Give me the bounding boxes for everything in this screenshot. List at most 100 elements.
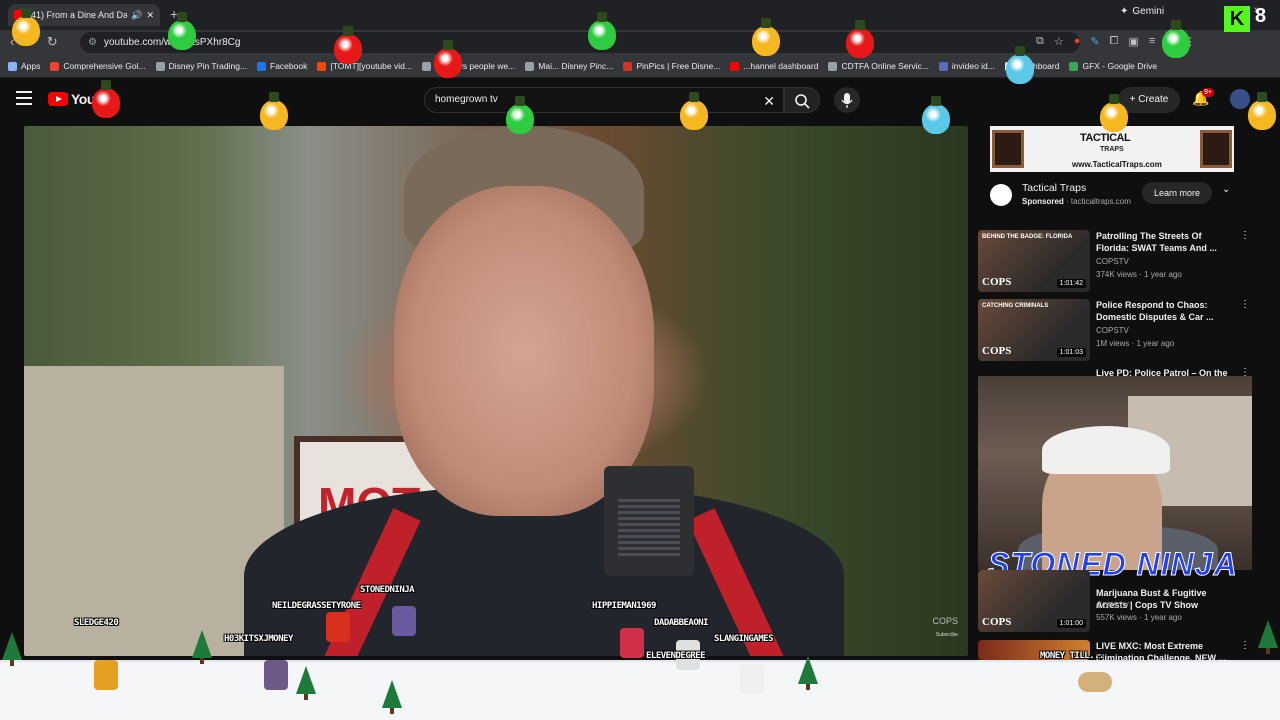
ad-product-image xyxy=(992,130,1024,168)
video-thumbnail[interactable]: CATCHING CRIMINALS COPS 1:01:03 xyxy=(978,299,1090,361)
bookmark-favicon-icon xyxy=(50,61,60,71)
bookmark-item[interactable]: Facebook xyxy=(257,61,307,71)
voice-search-button[interactable] xyxy=(834,87,860,113)
bookmark-item[interactable]: ...hannel dashboard xyxy=(730,61,818,71)
recommendation-item[interactable]: COPS 1:01:00 Marijuana Bust & Fugitive A… xyxy=(978,570,1268,634)
sponsored-ad[interactable]: TACTICAL TRAPS www.TacticalTraps.com Tac… xyxy=(978,126,1246,216)
channel-name[interactable]: COPSTV xyxy=(1096,601,1129,610)
video-duration: 1:01:03 xyxy=(1056,348,1086,357)
bookmark-favicon-icon xyxy=(8,61,17,71)
create-button[interactable]: + Create xyxy=(1118,87,1180,113)
tab-close-icon[interactable]: ✕ xyxy=(146,10,154,21)
more-options-icon[interactable]: ⋮ xyxy=(1240,299,1250,310)
install-app-icon[interactable]: ⧉ xyxy=(1036,35,1044,48)
ad-banner[interactable]: TACTICAL TRAPS www.TacticalTraps.com xyxy=(990,126,1234,172)
pine-tree xyxy=(382,680,402,714)
new-tab-button[interactable]: + xyxy=(170,6,178,22)
video-title[interactable]: Patrolling The Streets Of Florida: SWAT … xyxy=(1096,230,1236,254)
bookmark-favicon-icon xyxy=(1069,61,1079,71)
tab-audio-icon[interactable]: 🔊 xyxy=(131,10,142,21)
ad-sponsored-line: Sponsored · tacticaltraps.com xyxy=(1022,197,1131,206)
bookmark-label: Mai... Disney Pinc... xyxy=(538,61,614,71)
video-thumbnail[interactable]: COPS 1:01:00 xyxy=(978,570,1090,632)
chat-avatar-sprite xyxy=(94,660,118,690)
reload-icon[interactable]: ↻ xyxy=(47,34,58,50)
chat-avatar-sprite xyxy=(326,612,350,642)
back-icon[interactable]: ‹ xyxy=(10,34,14,50)
chat-username: SLEDGE420 xyxy=(74,618,119,628)
bookmark-item[interactable]: Disney Pin Trading... xyxy=(155,61,247,71)
bookmark-item[interactable]: Apps xyxy=(8,61,40,71)
browser-tab[interactable]: (41) From a Dine And Dash 🔊 ✕ xyxy=(8,4,160,26)
extension-gfx-icon[interactable]: ▣ xyxy=(1128,35,1138,48)
bookmark-item[interactable]: Mai... Disney Pinc... xyxy=(525,61,613,71)
video-duration: 1:01:42 xyxy=(1056,279,1086,288)
bookmark-favicon-icon xyxy=(938,61,948,71)
video-watermark: COPS xyxy=(932,616,958,626)
bookmark-label: If todays people we... xyxy=(434,61,516,71)
search-button[interactable] xyxy=(784,87,820,113)
bookmark-item[interactable]: Dashboard xyxy=(1004,61,1060,71)
recommendation-item[interactable]: BEHIND THE BADGE: FLORIDA COPS 1:01:42 P… xyxy=(978,230,1268,294)
bookmark-label: Facebook xyxy=(270,61,308,71)
account-avatar[interactable] xyxy=(1230,89,1250,109)
video-meta: 1M views · 1 year ago xyxy=(1096,339,1175,348)
more-options-icon[interactable]: ⋮ xyxy=(1240,230,1250,241)
bookmark-favicon-icon xyxy=(421,61,431,71)
recommendation-item[interactable]: CATCHING CRIMINALS COPS 1:01:03 Police R… xyxy=(978,299,1268,363)
video-player[interactable]: MOT COPS Subscribe xyxy=(24,126,968,656)
bookmark-label: Dashboard xyxy=(1017,61,1060,71)
bookmark-item[interactable]: Comprehensive Gol... xyxy=(50,61,146,71)
video-title[interactable]: Police Respond to Chaos: Domestic Disput… xyxy=(1096,299,1236,323)
kick-viewer-count: 8 xyxy=(1255,5,1267,27)
video-subscribe-watermark[interactable]: Subscribe xyxy=(936,632,958,638)
channel-name[interactable]: COPSTV xyxy=(1096,326,1129,335)
plus-icon: + xyxy=(1129,94,1139,105)
video-meta: 557K views · 1 year ago xyxy=(1096,613,1182,622)
chat-avatar-sprite xyxy=(1078,672,1112,692)
profile-icon[interactable]: ◉ xyxy=(1165,35,1175,48)
video-thumbnail[interactable]: BEHIND THE BADGE: FLORIDA COPS 1:01:42 xyxy=(978,230,1090,292)
ad-advertiser-name[interactable]: Tactical Traps xyxy=(1022,182,1086,194)
gemini-button[interactable]: ✦ Gemini xyxy=(1120,6,1164,17)
search-input[interactable]: homegrown tv ✕ xyxy=(424,87,784,113)
forward-icon[interactable]: › xyxy=(28,34,32,50)
bookmark-item[interactable]: PinPics | Free Disne... xyxy=(623,61,720,71)
bookmark-item[interactable]: invideo id... xyxy=(938,61,995,71)
youtube-logo[interactable]: YouT xyxy=(48,91,103,107)
bookmark-item[interactable]: CDTFA Online Servic... xyxy=(828,61,929,71)
video-radio xyxy=(604,466,694,576)
bookmark-item[interactable]: GFX - Google Drive xyxy=(1069,61,1157,71)
more-options-icon[interactable]: ⋮ xyxy=(1240,640,1250,651)
search-icon xyxy=(795,94,810,109)
chat-username: STONEDNINJA xyxy=(360,585,415,595)
url-text: youtube.com/w=HbksPXhr8Cg xyxy=(104,37,241,48)
pine-tree xyxy=(798,656,818,690)
bookmark-item[interactable]: If todays people we... xyxy=(421,61,516,71)
bookmark-item[interactable]: [TOMT][youtube vid... xyxy=(317,61,412,71)
learn-more-button[interactable]: Learn more xyxy=(1142,182,1212,204)
ad-banner-url: www.TacticalTraps.com xyxy=(1072,160,1162,169)
clear-search-icon[interactable]: ✕ xyxy=(763,89,775,113)
recommendation-item[interactable]: LIVE MXC: Most Extreme Elimination Chall… xyxy=(978,640,1268,663)
bookmark-label: invideo id... xyxy=(951,61,995,71)
bookmark-star-icon[interactable]: ☆ xyxy=(1054,35,1064,48)
ad-product-image xyxy=(1200,130,1232,168)
extension-red-icon[interactable]: ● xyxy=(1074,35,1081,48)
chrome-menu-icon[interactable]: ⋮ xyxy=(1185,35,1196,48)
extension-blue-icon[interactable]: ✎ xyxy=(1090,35,1099,48)
ad-banner-brand: TACTICAL xyxy=(1080,132,1131,144)
bookmark-favicon-icon xyxy=(828,61,838,71)
bookmark-favicon-icon xyxy=(257,61,267,71)
hamburger-menu-icon[interactable] xyxy=(16,91,32,105)
extensions-puzzle-icon[interactable]: ⧠ xyxy=(1110,35,1119,48)
address-bar[interactable]: ⚙ youtube.com/w=HbksPXhr8Cg xyxy=(80,32,1080,53)
youtube-play-icon xyxy=(48,92,68,106)
bookmark-label: [TOMT][youtube vid... xyxy=(330,61,412,71)
webcam-cap xyxy=(1042,426,1170,474)
channel-name[interactable]: COPSTV xyxy=(1096,257,1129,266)
chevron-down-icon[interactable]: ⌄ xyxy=(1222,184,1230,195)
reading-list-icon[interactable]: ≡ xyxy=(1149,35,1155,48)
bookmark-label: PinPics | Free Disne... xyxy=(636,61,721,71)
site-info-icon[interactable]: ⚙ xyxy=(88,32,97,53)
